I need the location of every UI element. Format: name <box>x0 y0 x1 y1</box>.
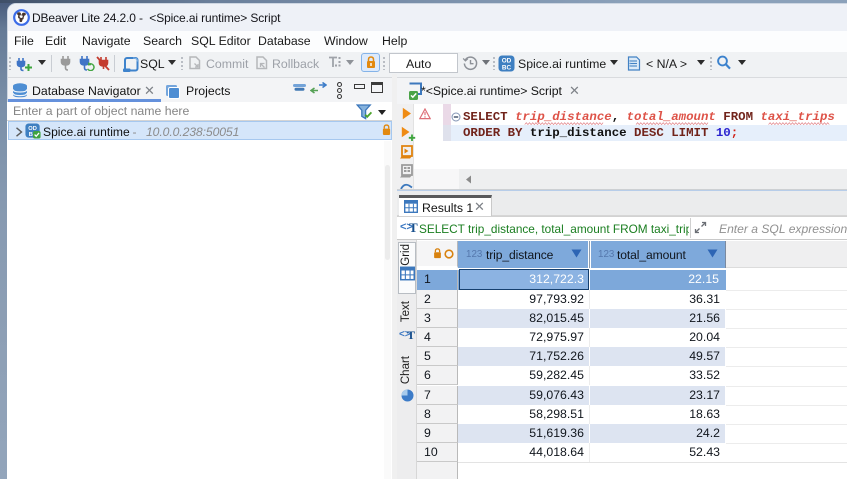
svg-text:OD: OD <box>28 125 37 131</box>
svg-text:B: B <box>28 131 32 137</box>
svg-text:OD: OD <box>502 58 512 65</box>
svg-text:BC: BC <box>502 65 512 72</box>
